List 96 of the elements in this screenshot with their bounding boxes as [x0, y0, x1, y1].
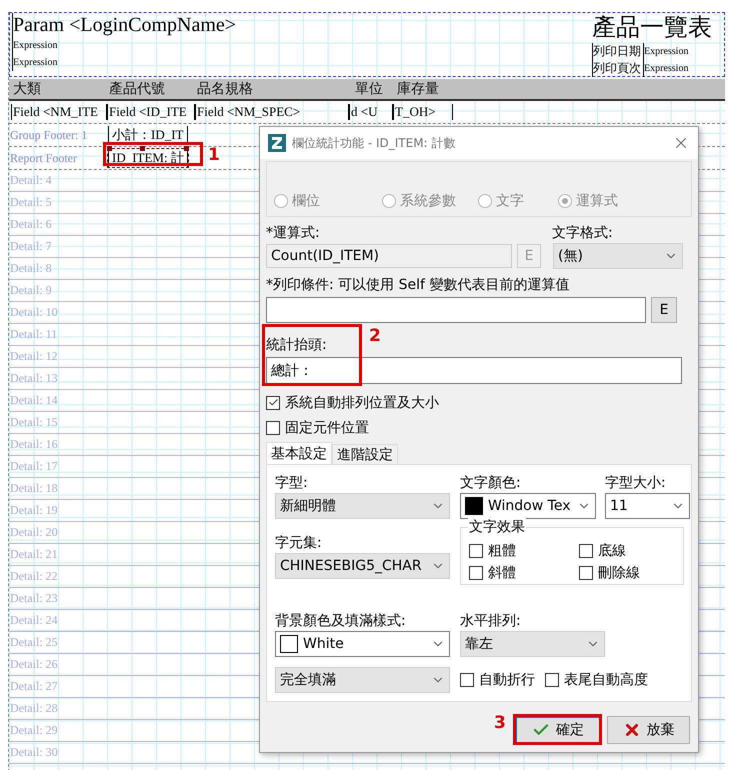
expression-field: Expression — [643, 43, 688, 60]
field-label: 文字格式: — [552, 224, 614, 243]
align-select[interactable]: 靠左 — [460, 631, 605, 657]
input-field[interactable] — [266, 297, 646, 323]
input-field[interactable]: Count(ID_ITEM) — [266, 244, 512, 268]
band-label: Detail: 18 — [9, 481, 58, 496]
tab[interactable]: 進階設定 — [332, 444, 398, 464]
column-header: 大類 — [13, 80, 42, 98]
band-label: Detail: 23 — [9, 591, 58, 606]
band-label: Detail: 22 — [9, 569, 58, 584]
checkbox-label: 斜體 — [488, 564, 516, 582]
band-label: Detail: 27 — [9, 679, 58, 694]
column-header: 庫存量 — [397, 80, 440, 98]
field-label: *列印條件: 可以使用 Self 變數代表目前的運算值 — [266, 276, 570, 295]
color-select[interactable]: White — [275, 631, 450, 657]
band-label: Detail: 19 — [9, 503, 58, 518]
checkbox-label: 底線 — [598, 542, 626, 560]
report-field: Field <NM_ITE — [11, 104, 107, 120]
report-field: Field <NM_SPEC> — [195, 104, 349, 120]
band-label: Detail: 30 — [9, 745, 58, 760]
field-label: 字型: — [275, 474, 308, 493]
expression-button[interactable]: E — [651, 297, 677, 323]
column-header: 單位 — [355, 80, 384, 98]
info-label: 列印日期 — [592, 43, 641, 60]
band-label: Detail: 15 — [9, 415, 58, 430]
field-label: 水平排列: — [460, 612, 521, 631]
expression-field: Expression — [12, 54, 387, 71]
info-label: 列印頁次 — [592, 60, 641, 77]
checkbox-label: 系統自動排列位置及大小 — [285, 394, 439, 412]
band-label: Detail: 28 — [9, 701, 58, 716]
field-label: 字型大小: — [605, 474, 666, 493]
expression-field: Expression — [12, 37, 387, 54]
callout-number: 2 — [369, 326, 381, 346]
checkbox[interactable] — [579, 566, 593, 580]
checkbox[interactable] — [579, 544, 593, 558]
band-label: Detail: 5 — [9, 195, 52, 210]
logo-icon — [268, 134, 286, 152]
field-label: 背景顏色及填滿樣式: — [275, 612, 406, 631]
band-label: Detail: 7 — [9, 239, 52, 254]
band-label: Detail: 25 — [9, 635, 58, 650]
group-title: 文字效果 — [468, 518, 526, 536]
band-label: Detail: 21 — [9, 547, 58, 562]
expression-field: Expression — [643, 60, 688, 77]
font-select[interactable]: 新細明體 — [275, 493, 450, 519]
cancel-button[interactable]: 放棄 — [607, 716, 690, 744]
field-label: *運算式: — [266, 224, 320, 243]
band-label: Detail: 20 — [9, 525, 58, 540]
checkbox-label: 表尾自動高度 — [564, 671, 648, 689]
checkbox[interactable] — [266, 396, 280, 410]
band-label: Detail: 6 — [9, 217, 52, 232]
checkbox[interactable] — [545, 673, 559, 687]
band-label: Detail: 12 — [9, 349, 58, 364]
check-icon — [268, 397, 278, 408]
window-title: 欄位統計功能 - ID_ITEM: 計數 — [292, 134, 456, 152]
band-label: Detail: 14 — [9, 393, 58, 408]
band-label: Report Footer — [9, 150, 78, 166]
band-label: Detail: 16 — [9, 437, 58, 452]
fill-select[interactable]: 完全填滿 — [275, 667, 450, 693]
band-label: Detail: 11 — [9, 327, 58, 342]
color-select[interactable]: Window Tex — [460, 493, 596, 519]
report-field: Param <LoginCompName> — [12, 13, 387, 37]
callout-number: 3 — [494, 713, 506, 733]
band-label: Detail: 29 — [9, 723, 58, 738]
checkbox[interactable] — [460, 673, 474, 687]
checkbox[interactable] — [469, 544, 483, 558]
checkbox-label: 粗體 — [488, 542, 516, 560]
field-label: 字元集: — [275, 534, 322, 553]
checkbox-label: 固定元件位置 — [285, 418, 369, 436]
charset-select[interactable]: CHINESEBIG5_CHAR — [275, 553, 450, 579]
report-field: 小計：ID_IT — [108, 126, 188, 144]
tab[interactable]: 基本設定 — [266, 442, 332, 464]
column-header: 品名規格 — [197, 80, 254, 98]
checkbox-label: 自動折行 — [479, 671, 535, 689]
input-field[interactable]: 總計： — [266, 357, 682, 384]
band-label: Detail: 10 — [9, 305, 58, 320]
report-field: T_OH> — [393, 104, 453, 120]
band-label: Detail: 13 — [9, 371, 58, 386]
size-select[interactable]: 11 — [605, 493, 690, 519]
checkbox[interactable] — [469, 566, 483, 580]
report-field: d <U — [349, 104, 393, 120]
band-label: Detail: 4 — [9, 173, 52, 188]
report-title: 產品一覽表 — [592, 14, 712, 43]
callout-number: 1 — [208, 145, 220, 165]
column-header: 產品代號 — [109, 80, 166, 98]
field-label: 統計抬頭: — [266, 336, 328, 355]
band-label: Detail: 17 — [9, 459, 58, 474]
checkbox-label: 刪除線 — [598, 564, 640, 582]
band-label: Detail: 8 — [9, 261, 52, 276]
band-label: Detail: 9 — [9, 283, 52, 298]
band-label: Group Footer: 1 — [9, 128, 88, 142]
field-label: 文字顏色: — [460, 474, 521, 493]
report-field: Field <ID_ITE — [107, 104, 195, 120]
band-label: Detail: 24 — [9, 613, 58, 628]
checkbox[interactable] — [266, 420, 280, 434]
band-label: Detail: 26 — [9, 657, 58, 672]
format-select[interactable]: (無) — [553, 243, 683, 269]
